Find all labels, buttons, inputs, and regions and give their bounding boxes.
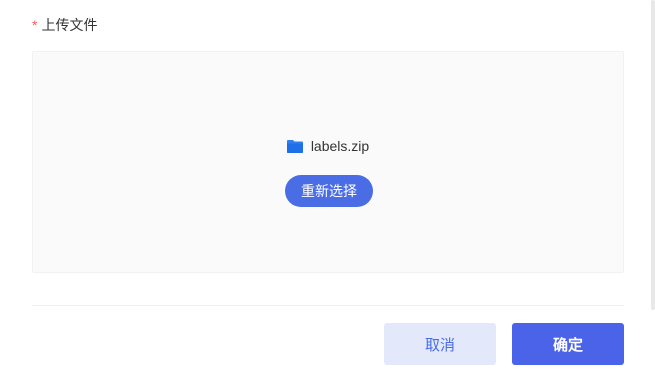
scrollbar-thumb[interactable]: [651, 0, 655, 310]
reselect-button[interactable]: 重新选择: [285, 175, 373, 207]
selected-file: labels.zip: [33, 136, 623, 156]
confirm-button[interactable]: 确定: [512, 323, 624, 365]
footer-divider: [32, 305, 624, 306]
upload-dialog: * 上传文件 labels.zip 重新选择 取消 确定: [0, 0, 655, 380]
scrollbar[interactable]: [649, 0, 655, 380]
upload-dropzone[interactable]: labels.zip 重新选择: [32, 51, 624, 273]
required-mark: *: [32, 17, 38, 33]
cancel-button[interactable]: 取消: [384, 323, 496, 365]
upload-file-label: * 上传文件: [32, 15, 97, 35]
file-name: labels.zip: [310, 138, 370, 154]
upload-file-label-text: 上传文件: [41, 17, 98, 33]
folder-icon: [286, 139, 303, 153]
